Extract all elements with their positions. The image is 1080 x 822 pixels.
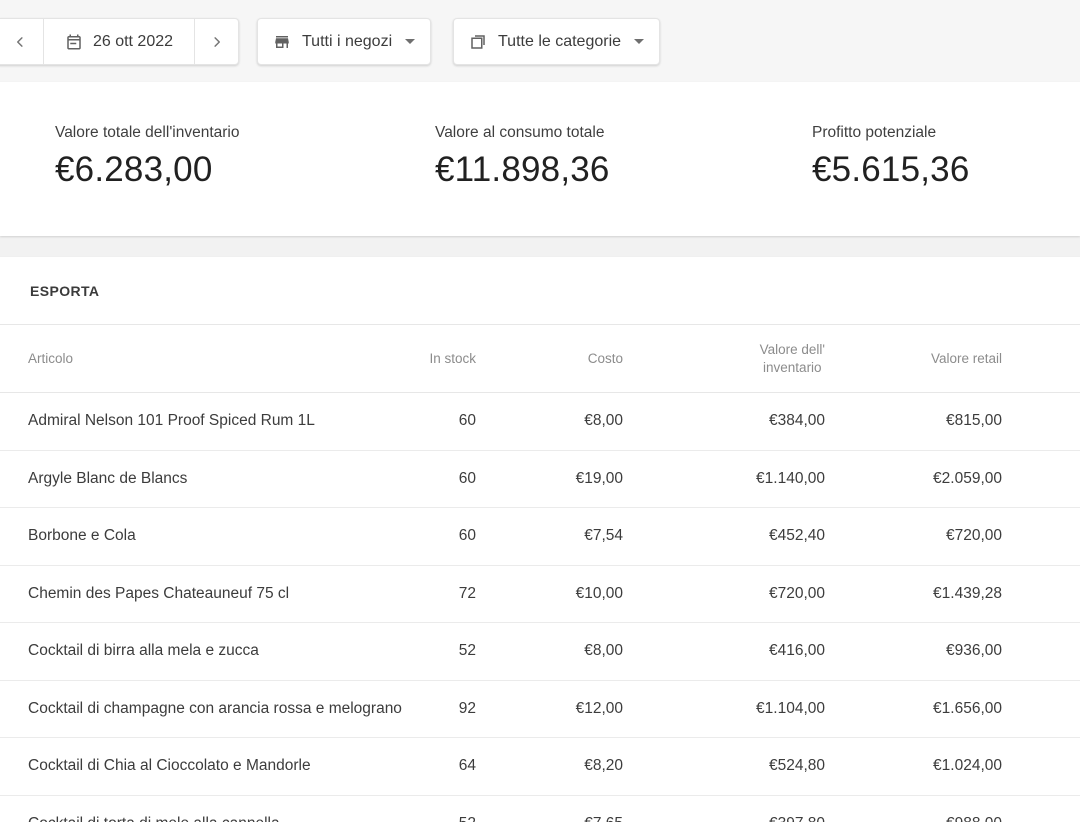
- cell-cost: €10,00: [476, 585, 623, 603]
- stat-value: €5.615,36: [812, 150, 970, 190]
- cell-in-stock: 52: [396, 815, 476, 822]
- stat-label: Valore al consumo totale: [435, 124, 604, 142]
- cell-in-stock: 64: [396, 757, 476, 775]
- table-row[interactable]: Cocktail di champagne con arancia rossa …: [0, 681, 1080, 739]
- stat-label: Valore totale dell'inventario: [55, 124, 239, 142]
- caret-down-icon: [634, 39, 644, 44]
- cell-inventory-value: €524,80: [623, 757, 825, 775]
- cell-inventory-value: €720,00: [623, 585, 825, 603]
- cell-inventory-value: €1.104,00: [623, 700, 825, 718]
- date-navigator: 26 ott 2022: [0, 18, 239, 65]
- cell-item: Cocktail di champagne con arancia rossa …: [28, 700, 396, 718]
- cell-retail-value: €1.439,28: [825, 585, 1002, 603]
- cell-retail-value: €815,00: [825, 412, 1002, 430]
- cell-in-stock: 92: [396, 700, 476, 718]
- table-row[interactable]: Cocktail di birra alla mela e zucca 52 €…: [0, 623, 1080, 681]
- inventory-table-card: ESPORTA Articolo In stock Costo Valore d…: [0, 257, 1080, 822]
- cell-cost: €8,00: [476, 412, 623, 430]
- stores-filter-label: Tutti i negozi: [302, 33, 392, 51]
- cell-in-stock: 60: [396, 412, 476, 430]
- cell-inventory-value: €1.140,00: [623, 470, 825, 488]
- table-row[interactable]: Cocktail di Chia al Cioccolato e Mandorl…: [0, 738, 1080, 796]
- cell-in-stock: 60: [396, 527, 476, 545]
- cell-item: Argyle Blanc de Blancs: [28, 470, 396, 488]
- table-row[interactable]: Borbone e Cola 60 €7,54 €452,40 €720,00: [0, 508, 1080, 566]
- stat-label: Profitto potenziale: [812, 124, 936, 142]
- cell-item: Cocktail di torta di mele alla cannella: [28, 815, 396, 822]
- cell-cost: €7,65: [476, 815, 623, 822]
- chevron-right-icon: [208, 33, 226, 51]
- chevron-left-icon: [11, 33, 29, 51]
- categories-filter-dropdown[interactable]: Tutte le categorie: [453, 18, 660, 65]
- cell-item: Borbone e Cola: [28, 527, 396, 545]
- cell-in-stock: 72: [396, 585, 476, 603]
- date-picker-button[interactable]: 26 ott 2022: [43, 19, 194, 64]
- cell-item: Chemin des Papes Chateauneuf 75 cl: [28, 585, 396, 603]
- cell-cost: €7,54: [476, 527, 623, 545]
- column-header-item: Articolo: [28, 351, 396, 366]
- cell-retail-value: €936,00: [825, 642, 1002, 660]
- table-row[interactable]: Admiral Nelson 101 Proof Spiced Rum 1L 6…: [0, 393, 1080, 451]
- categories-icon: [469, 33, 487, 51]
- export-button[interactable]: ESPORTA: [28, 273, 101, 309]
- cell-retail-value: €720,00: [825, 527, 1002, 545]
- cell-item: Admiral Nelson 101 Proof Spiced Rum 1L: [28, 412, 396, 430]
- stat-value: €6.283,00: [55, 150, 213, 190]
- table-row[interactable]: Argyle Blanc de Blancs 60 €19,00 €1.140,…: [0, 451, 1080, 509]
- column-header-inventory-value: Valore dell' inventario: [623, 341, 825, 377]
- cell-cost: €8,00: [476, 642, 623, 660]
- cell-retail-value: €1.024,00: [825, 757, 1002, 775]
- cell-inventory-value: €416,00: [623, 642, 825, 660]
- calendar-icon: [65, 33, 83, 51]
- categories-filter-label: Tutte le categorie: [498, 33, 621, 51]
- cell-retail-value: €988,00: [825, 815, 1002, 822]
- previous-date-button[interactable]: [0, 19, 43, 64]
- column-header-retail-value: Valore retail: [825, 351, 1002, 366]
- column-header-in-stock: In stock: [396, 351, 476, 366]
- table-actions-row: ESPORTA: [0, 257, 1080, 325]
- cell-in-stock: 60: [396, 470, 476, 488]
- cell-inventory-value: €384,00: [623, 412, 825, 430]
- table-row[interactable]: Chemin des Papes Chateauneuf 75 cl 72 €1…: [0, 566, 1080, 624]
- store-icon: [273, 33, 291, 51]
- table-row[interactable]: Cocktail di torta di mele alla cannella …: [0, 796, 1080, 822]
- summary-card: Valore totale dell'inventario €6.283,00 …: [0, 82, 1080, 236]
- cell-cost: €19,00: [476, 470, 623, 488]
- cell-retail-value: €2.059,00: [825, 470, 1002, 488]
- next-date-button[interactable]: [194, 19, 238, 64]
- cell-cost: €12,00: [476, 700, 623, 718]
- stores-filter-dropdown[interactable]: Tutti i negozi: [257, 18, 431, 65]
- column-header-cost: Costo: [476, 351, 623, 366]
- cell-item: Cocktail di Chia al Cioccolato e Mandorl…: [28, 757, 396, 775]
- cell-inventory-value: €452,40: [623, 527, 825, 545]
- cell-item: Cocktail di birra alla mela e zucca: [28, 642, 396, 660]
- cell-retail-value: €1.656,00: [825, 700, 1002, 718]
- stat-value: €11.898,36: [435, 150, 610, 190]
- cell-cost: €8,20: [476, 757, 623, 775]
- cell-in-stock: 52: [396, 642, 476, 660]
- selected-date: 26 ott 2022: [93, 33, 173, 51]
- table-header-row: Articolo In stock Costo Valore dell' inv…: [0, 325, 1080, 393]
- caret-down-icon: [405, 39, 415, 44]
- cell-inventory-value: €397,80: [623, 815, 825, 822]
- toolbar: 26 ott 2022 Tutti i negozi Tutte le cate…: [0, 0, 1080, 82]
